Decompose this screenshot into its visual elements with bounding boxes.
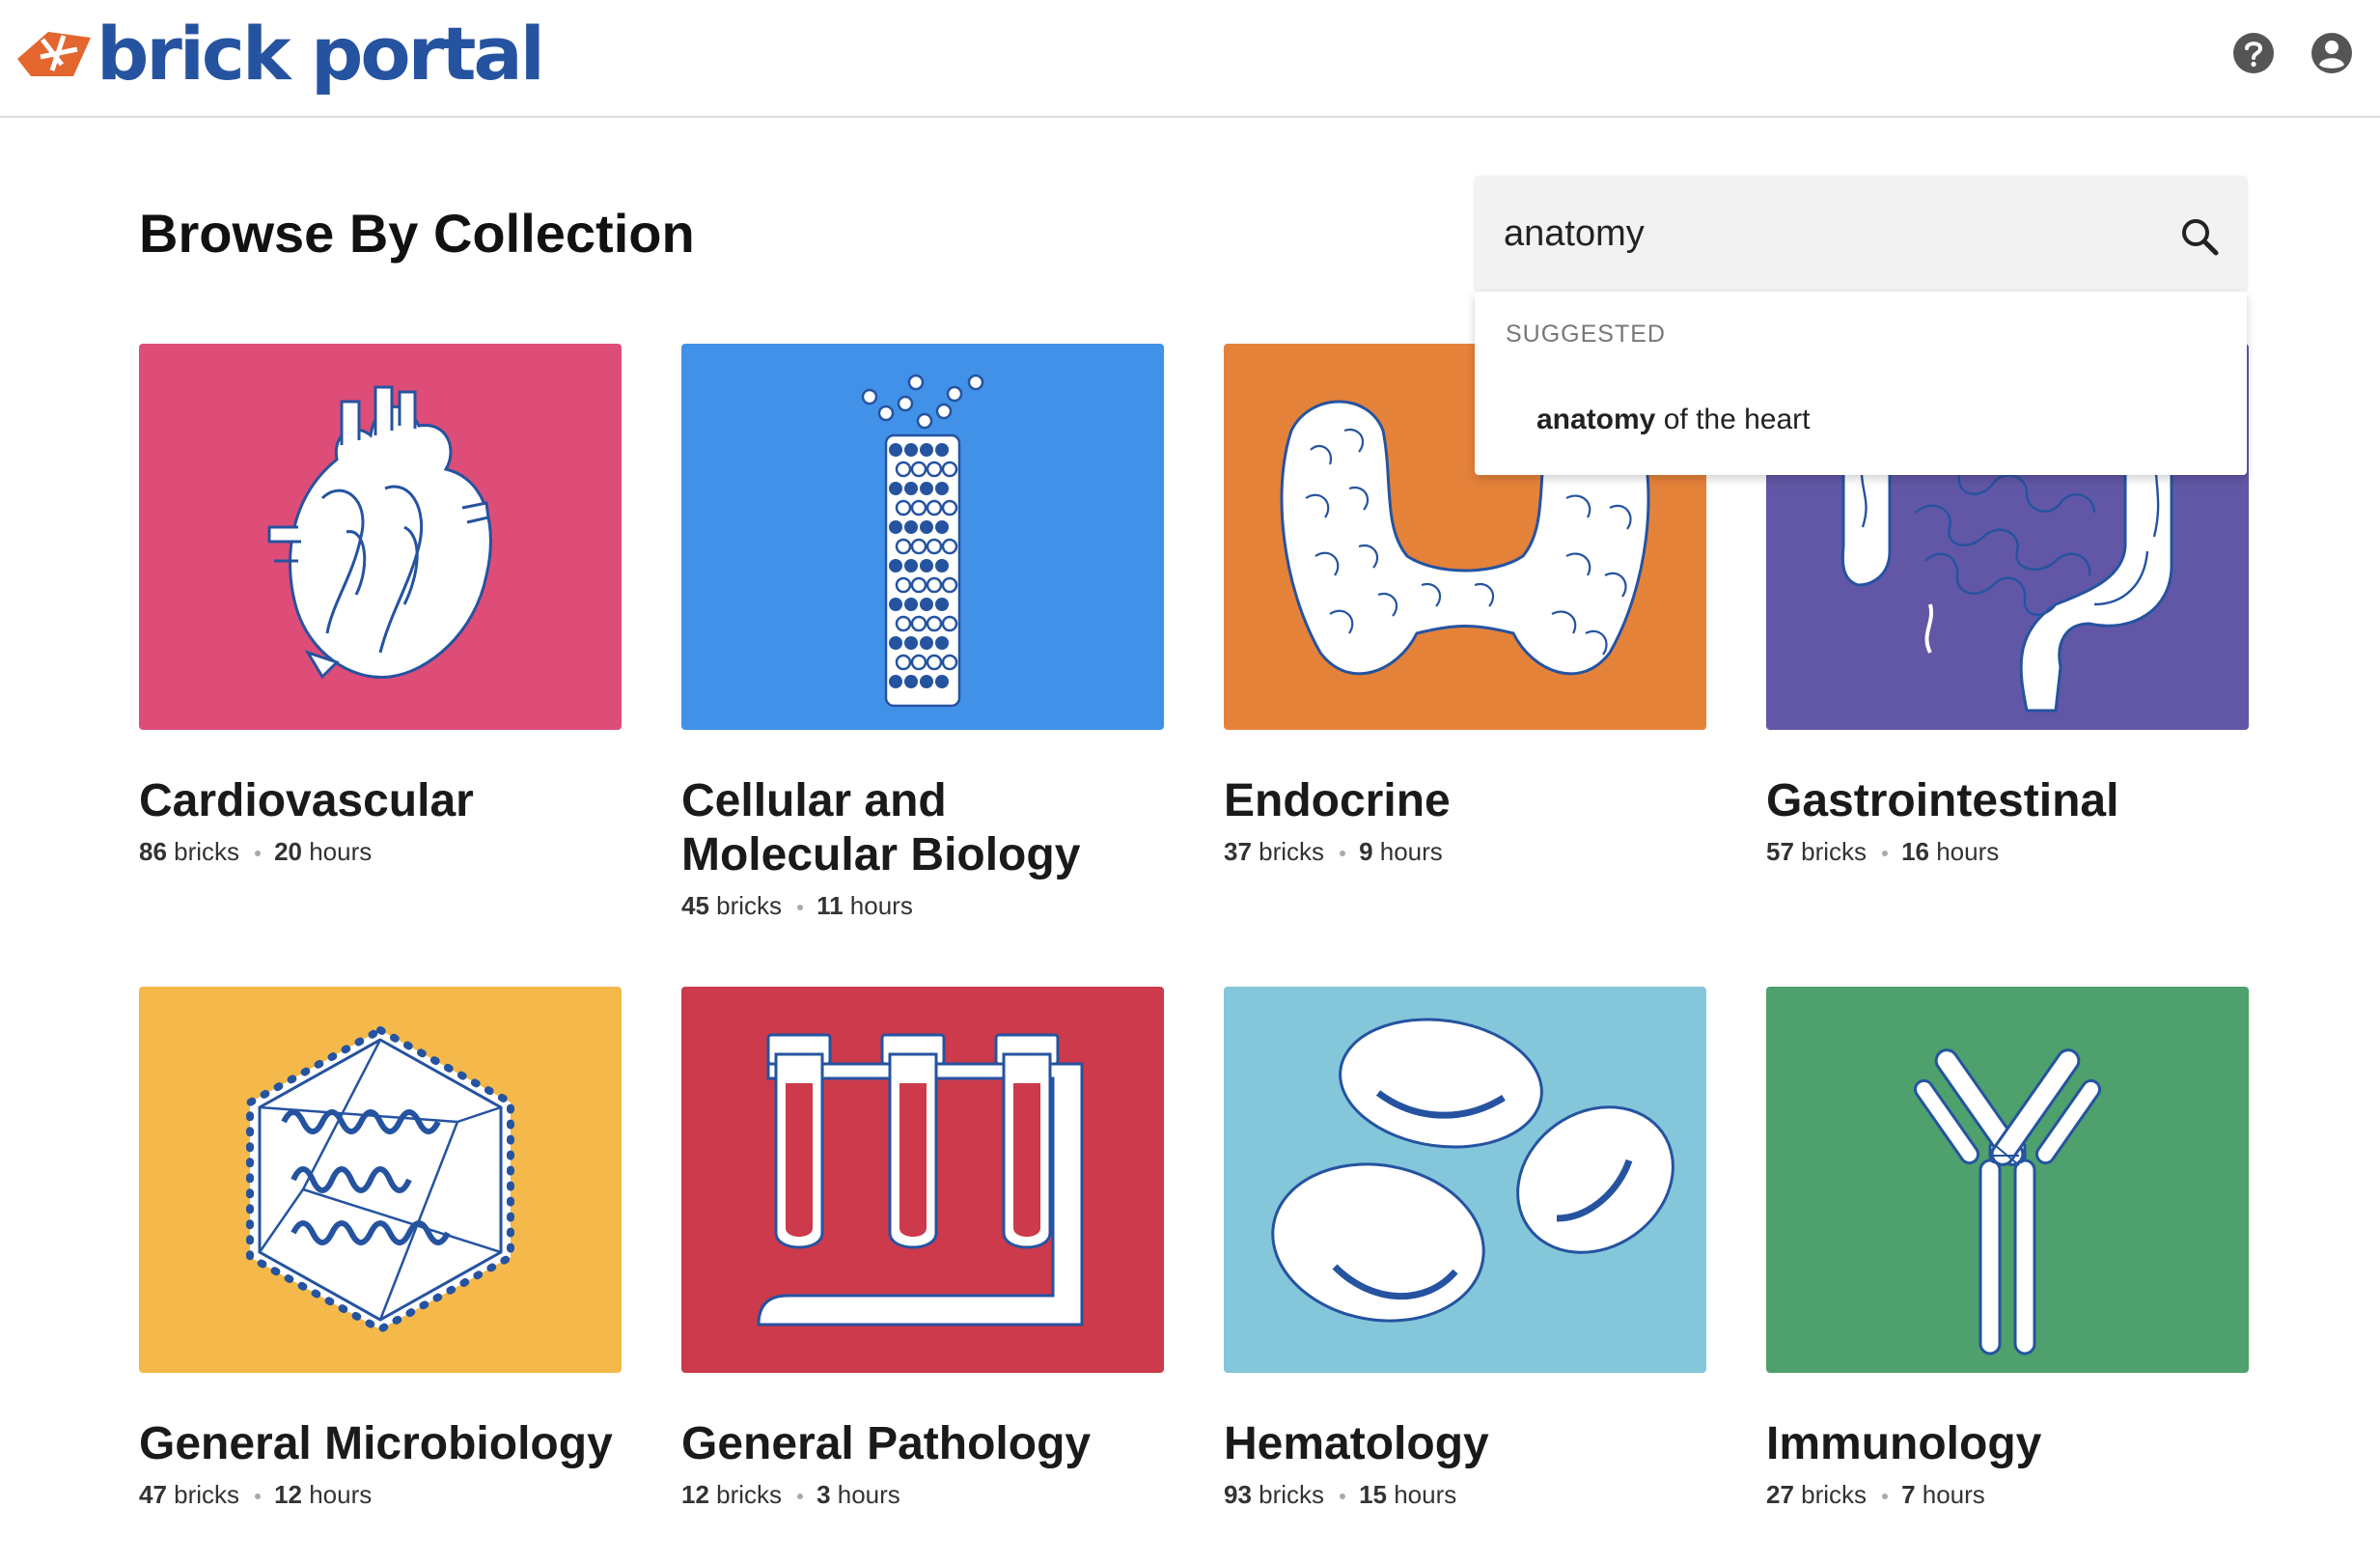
separator-dot	[797, 905, 804, 911]
separator-dot	[1340, 851, 1346, 857]
suggestion-item[interactable]: anatomy of the heart	[1475, 394, 2247, 452]
collection-title: Immunology	[1766, 1418, 2042, 1469]
collection-meta: 86 bricks 20 hours	[139, 836, 622, 867]
collection-card-cellular-molecular-biology[interactable]: Cellular and Molecular Biology 45 bricks…	[681, 344, 1164, 921]
bricks-label: bricks	[174, 837, 240, 866]
suggestion-rest: of the heart	[1655, 404, 1811, 435]
bricks-count: 27	[1766, 1480, 1794, 1509]
hours-label: hours	[1936, 837, 2000, 866]
suggestion-text: anatomy of the heart	[1536, 404, 1810, 436]
bricks-count: 45	[681, 891, 709, 920]
bricks-count: 12	[681, 1480, 709, 1509]
logo-text: brick portal	[97, 11, 545, 97]
hours-count: 16	[1901, 837, 1929, 866]
hours-count: 9	[1359, 837, 1373, 866]
collection-card-general-microbiology[interactable]: General Microbiology 47 bricks 12 hours	[139, 987, 622, 1510]
collection-card-cardiovascular[interactable]: Cardiovascular 86 bricks 20 hours	[139, 344, 622, 867]
hours-label: hours	[1922, 1480, 1985, 1509]
hours-count: 12	[274, 1480, 302, 1509]
bricks-label: bricks	[1801, 1480, 1868, 1509]
bricks-label: bricks	[1801, 837, 1868, 866]
collection-image	[1224, 987, 1706, 1373]
hours-label: hours	[309, 1480, 373, 1509]
collection-title: Hematology	[1224, 1418, 1489, 1469]
help-icon[interactable]	[2231, 31, 2276, 75]
logo-mark-icon	[17, 32, 91, 76]
collection-title: Endocrine	[1224, 775, 1451, 826]
collection-meta: 57 bricks 16 hours	[1766, 836, 2249, 867]
collection-meta: 47 bricks 12 hours	[139, 1479, 622, 1510]
hours-label: hours	[1379, 837, 1443, 866]
separator-dot	[797, 1494, 804, 1500]
collection-title: Gastrointestinal	[1766, 775, 2119, 826]
bricks-label: bricks	[1259, 1480, 1325, 1509]
hours-label: hours	[1394, 1480, 1457, 1509]
search-suggestions-dropdown: SUGGESTED anatomy of the heart	[1475, 292, 2247, 475]
collection-meta: 27 bricks 7 hours	[1766, 1479, 2249, 1510]
search-icon[interactable]	[2175, 212, 2224, 261]
bricks-count: 37	[1224, 837, 1252, 866]
bricks-count: 86	[139, 837, 167, 866]
suggestion-match: anatomy	[1536, 404, 1656, 435]
page-title: Browse By Collection	[139, 203, 695, 264]
collection-image	[1766, 987, 2249, 1373]
collection-title: General Microbiology	[139, 1418, 613, 1469]
collection-title: General Pathology	[681, 1418, 1092, 1469]
bricks-count: 57	[1766, 837, 1794, 866]
search-input[interactable]	[1504, 205, 2141, 263]
hours-count: 15	[1359, 1480, 1387, 1509]
hours-count: 7	[1901, 1480, 1916, 1509]
account-icon[interactable]	[2310, 31, 2354, 75]
collection-meta: 93 bricks 15 hours	[1224, 1479, 1706, 1510]
collection-title: Cardiovascular	[139, 775, 474, 826]
hours-label: hours	[849, 891, 913, 920]
separator-dot	[255, 1494, 262, 1500]
bricks-count: 93	[1224, 1480, 1252, 1509]
hours-label: hours	[309, 837, 373, 866]
brick-portal-logo[interactable]: brick portal	[14, 6, 545, 102]
collection-card-general-pathology[interactable]: General Pathology 12 bricks 3 hours	[681, 987, 1164, 1510]
collection-meta: 45 bricks 11 hours	[681, 890, 1164, 921]
hours-label: hours	[837, 1480, 900, 1509]
collection-card-immunology[interactable]: Immunology 27 bricks 7 hours	[1766, 987, 2249, 1510]
hours-count: 11	[816, 891, 844, 920]
separator-dot	[255, 851, 262, 857]
suggestions-heading: SUGGESTED	[1506, 321, 1666, 348]
bricks-label: bricks	[716, 891, 783, 920]
separator-dot	[1882, 1494, 1889, 1500]
hours-count: 3	[816, 1480, 831, 1509]
bricks-label: bricks	[174, 1480, 240, 1509]
separator-dot	[1340, 1494, 1346, 1500]
hours-count: 20	[274, 837, 302, 866]
collection-image	[681, 987, 1164, 1373]
top-bar: brick portal	[0, 0, 2380, 118]
collection-image	[139, 987, 622, 1373]
separator-dot	[1882, 851, 1889, 857]
collection-image	[139, 344, 622, 730]
bricks-label: bricks	[1259, 837, 1325, 866]
collection-title: Cellular and Molecular Biology	[681, 775, 1081, 880]
collection-card-hematology[interactable]: Hematology 93 bricks 15 hours	[1224, 987, 1706, 1510]
collection-meta: 12 bricks 3 hours	[681, 1479, 1164, 1510]
collection-image	[681, 344, 1164, 730]
collection-meta: 37 bricks 9 hours	[1224, 836, 1706, 867]
bricks-label: bricks	[716, 1480, 783, 1509]
search-box	[1475, 176, 2247, 292]
bricks-count: 47	[139, 1480, 167, 1509]
